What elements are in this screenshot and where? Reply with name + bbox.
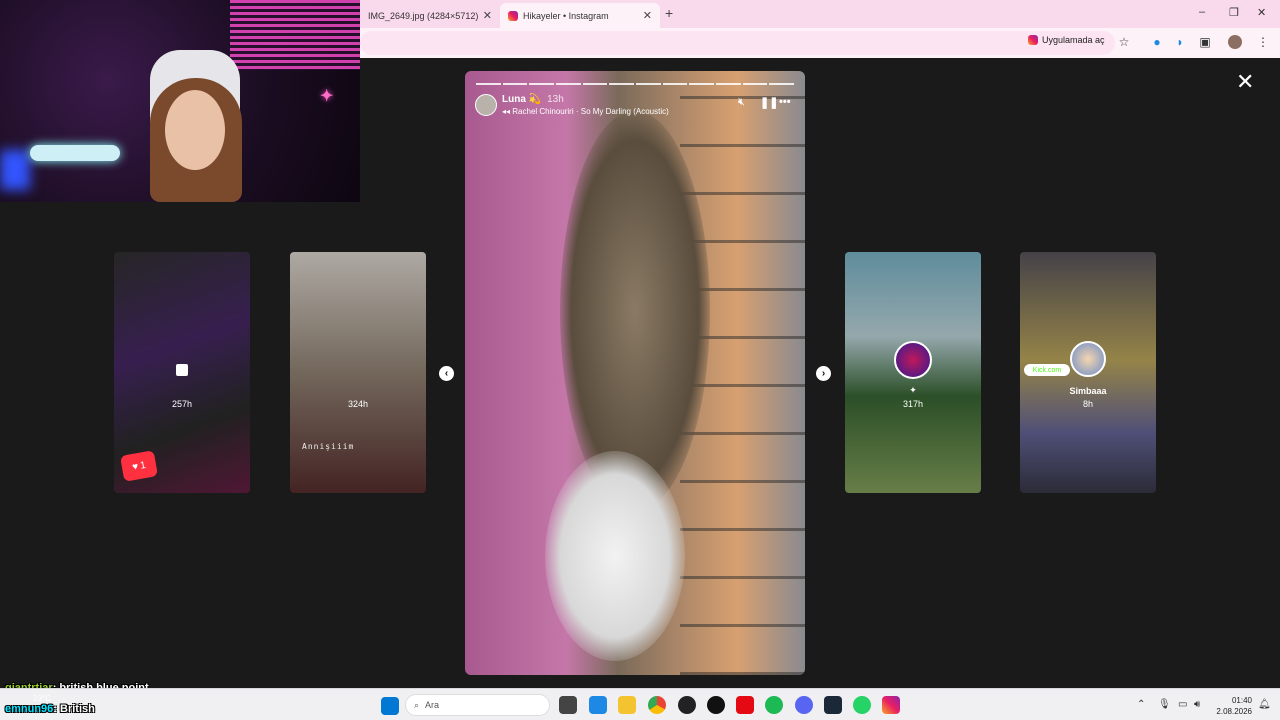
instagram-icon[interactable]	[882, 696, 900, 714]
avatar[interactable]	[1228, 35, 1242, 49]
microphone	[30, 145, 120, 161]
story-card[interactable]: 324h	[290, 252, 426, 493]
webcam-overlay: ✦	[0, 0, 360, 202]
app-icon[interactable]	[678, 696, 696, 714]
network-icon[interactable]: ▭	[1178, 699, 1187, 710]
previous-story-button[interactable]: ‹	[439, 366, 454, 381]
avatar	[176, 364, 188, 376]
folder-icon[interactable]	[618, 696, 636, 714]
read-aloud-icon[interactable]: ◗	[1173, 35, 1187, 49]
weather-widget[interactable]: 23°C	[33, 694, 51, 703]
star-icon[interactable]: ☆	[1117, 35, 1131, 49]
minimize-button[interactable]: –	[1199, 6, 1205, 18]
story-header: Luna 💫 13h ◂◂ Rachel Chinouriri · So My D…	[475, 92, 795, 118]
spotify-icon[interactable]	[765, 696, 783, 714]
window-close-button[interactable]: ✕	[1257, 6, 1266, 19]
led-light	[230, 0, 360, 70]
story-time: 13h	[547, 94, 564, 105]
taskbar: ⌕ Ara ⌃ 🎙︎ ▭ 🔊︎ 01:40 2.08.2026 🔔︎	[0, 688, 1280, 720]
search-input[interactable]: ⌕ Ara	[405, 694, 550, 716]
story-time: 8h	[1082, 399, 1093, 409]
story-time: 317h	[902, 399, 924, 409]
story-music[interactable]: ◂◂ Rachel Chinouriri · So My Darling (Ac…	[502, 107, 669, 116]
next-story-button[interactable]: ›	[816, 366, 831, 381]
clock-time: 01:40	[1231, 696, 1252, 705]
restore-button[interactable]: ❐	[1229, 6, 1239, 19]
steam-icon[interactable]	[824, 696, 842, 714]
instagram-icon	[508, 10, 518, 21]
task-view-icon[interactable]	[559, 696, 577, 714]
tab-image[interactable]: IMG_2649.jpg (4284×5712) ✕	[360, 3, 500, 28]
tab-instagram[interactable]: Hikayeler • Instagram ✕	[500, 3, 660, 28]
start-icon[interactable]	[381, 697, 399, 715]
open-in-app-label: Uygulamada aç	[1042, 35, 1105, 45]
close-stories-button[interactable]: ✕	[1236, 71, 1254, 93]
tab-instagram-label: Hikayeler • Instagram	[523, 10, 609, 21]
streamer-face	[165, 90, 225, 170]
main-story[interactable]: Luna 💫 13h ◂◂ Rachel Chinouriri · So My D…	[465, 71, 805, 675]
kick-badge: Kick.com	[1024, 364, 1070, 376]
search-icon: ⌕	[414, 699, 420, 710]
open-in-app-button[interactable]: Uygulamada aç	[1028, 35, 1105, 45]
new-tab-button[interactable]: +	[665, 5, 673, 21]
story-card[interactable]: ✦ 317h	[845, 252, 981, 493]
music-icon: ◂◂	[502, 107, 513, 116]
chat-username: emnun96	[5, 703, 54, 715]
blue-light	[0, 150, 30, 190]
story-username: Simbaaa	[1069, 386, 1107, 396]
story-caption: Annişiiim	[302, 442, 355, 451]
neon-sign: ✦	[320, 88, 334, 105]
emoji-icon: ✦	[909, 385, 917, 395]
clock[interactable]: 01:40 2.08.2026	[1210, 695, 1252, 717]
extension-icon[interactable]: ●	[1150, 35, 1164, 49]
close-icon[interactable]: ✕	[643, 9, 652, 22]
discord-icon[interactable]	[795, 696, 813, 714]
avatar	[894, 341, 932, 379]
chevron-up-icon[interactable]: ⌃	[1137, 699, 1145, 710]
heart-icon: ♥	[131, 460, 140, 473]
search-placeholder: Ara	[425, 700, 440, 710]
app-icon[interactable]	[707, 696, 725, 714]
whatsapp-icon[interactable]	[853, 696, 871, 714]
mute-icon[interactable]: 🔇︎	[738, 96, 745, 109]
chrome-icon[interactable]	[648, 696, 666, 714]
menu-icon[interactable]: ⋮	[1256, 35, 1270, 49]
chat-text: British	[60, 703, 95, 715]
mic-icon[interactable]: 🎙︎	[1158, 699, 1171, 710]
chat-message: emnun96: British	[5, 703, 95, 715]
like-count: 1	[139, 459, 147, 472]
more-icon[interactable]: •••	[779, 96, 791, 108]
instagram-icon	[1028, 35, 1038, 45]
story-progress	[476, 83, 795, 85]
browser-toolbar: Uygulamada aç ☆ ● ◗ ▣ ⋮	[360, 28, 1280, 58]
clock-date: 2.08.2026	[1216, 707, 1252, 716]
address-bar[interactable]	[360, 31, 1115, 55]
story-username[interactable]: Luna 💫 13h	[502, 94, 564, 105]
avatar[interactable]	[475, 94, 497, 116]
story-time: 257h	[171, 399, 193, 409]
notification-icon[interactable]: 🔔︎	[1258, 699, 1271, 710]
tabby-cat	[560, 111, 710, 511]
tab-image-label: IMG_2649.jpg (4284×5712)	[368, 10, 479, 21]
avatar	[1070, 341, 1106, 377]
close-icon[interactable]: ✕	[483, 9, 492, 22]
netflix-icon[interactable]	[736, 696, 754, 714]
volume-icon[interactable]: 🔊︎	[1194, 699, 1200, 710]
puzzle-icon[interactable]: ▣	[1198, 35, 1212, 49]
white-cat	[545, 451, 685, 661]
store-icon[interactable]	[589, 696, 607, 714]
pause-icon[interactable]: ❚❚	[760, 96, 778, 109]
story-time: 324h	[347, 399, 369, 409]
